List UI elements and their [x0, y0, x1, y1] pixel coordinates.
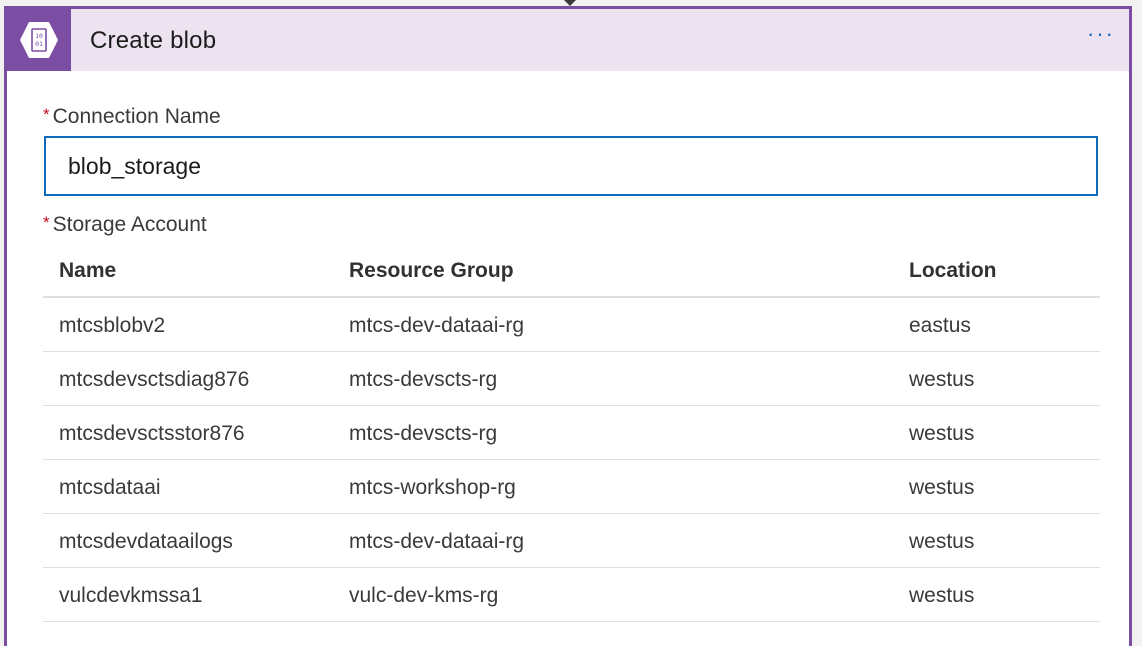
- cell-location: westus: [909, 530, 975, 553]
- cell-name: mtcsdevsctsstor876: [59, 422, 245, 445]
- cell-location: westus: [909, 584, 975, 607]
- table-row[interactable]: mtcsdevsctsstor876 mtcs-devscts-rg westu…: [43, 406, 1100, 460]
- more-options-button[interactable]: ···: [1087, 23, 1115, 45]
- cell-resource-group: mtcs-devscts-rg: [349, 368, 498, 391]
- storage-account-label-text: Storage Account: [52, 213, 207, 236]
- table-row[interactable]: vulcdevkmssa1 vulc-dev-kms-rg westus: [43, 568, 1100, 622]
- connection-name-input[interactable]: [44, 136, 1098, 196]
- icon-digits-bottom: 01: [35, 40, 43, 48]
- cell-resource-group: mtcs-dev-dataai-rg: [349, 530, 525, 553]
- cell-name: vulcdevkmssa1: [59, 584, 203, 607]
- column-header-name: Name: [59, 259, 117, 282]
- connection-name-label: * Connection Name: [43, 105, 221, 129]
- cell-location: westus: [909, 476, 975, 499]
- cell-resource-group: mtcs-workshop-rg: [349, 476, 516, 499]
- blob-storage-icon-tile: 10 01: [7, 9, 71, 71]
- required-marker: *: [43, 213, 50, 232]
- column-header-location: Location: [909, 259, 997, 282]
- required-marker: *: [43, 105, 50, 124]
- cell-name: mtcsdataai: [59, 476, 161, 499]
- cell-name: mtcsdevsctsdiag876: [59, 368, 250, 391]
- storage-account-table: Name Resource Group Location mtcsblobv2 …: [43, 245, 1100, 622]
- card-title[interactable]: Create blob: [90, 27, 216, 55]
- cell-location: eastus: [909, 314, 971, 337]
- blob-storage-icon: 10 01: [20, 22, 58, 58]
- create-blob-card: 10 01 Create blob ··· *Connection Name *…: [4, 6, 1132, 646]
- table-row[interactable]: mtcsdataai mtcs-workshop-rg westus: [43, 460, 1100, 514]
- cell-resource-group: vulc-dev-kms-rg: [349, 584, 499, 607]
- table-row[interactable]: mtcsdevdataailogs mtcs-dev-dataai-rg wes…: [43, 514, 1100, 568]
- table-row[interactable]: mtcsblobv2 mtcs-dev-dataai-rg eastus: [43, 298, 1100, 352]
- cell-resource-group: mtcs-dev-dataai-rg: [349, 314, 525, 337]
- cell-resource-group: mtcs-devscts-rg: [349, 422, 498, 445]
- icon-digits-top: 10: [35, 32, 43, 40]
- cell-location: westus: [909, 422, 975, 445]
- connection-name-label-text: Connection Name: [52, 105, 221, 128]
- card-header[interactable]: 10 01 Create blob ···: [7, 9, 1129, 71]
- storage-account-label: * Storage Account: [43, 213, 207, 237]
- cell-name: mtcsdevdataailogs: [59, 530, 233, 553]
- cell-name: mtcsblobv2: [59, 314, 166, 337]
- table-header-row: Name Resource Group Location: [43, 245, 1100, 298]
- table-row[interactable]: mtcsdevsctsdiag876 mtcs-devscts-rg westu…: [43, 352, 1100, 406]
- column-header-resource-group: Resource Group: [349, 259, 514, 282]
- cell-location: westus: [909, 368, 975, 391]
